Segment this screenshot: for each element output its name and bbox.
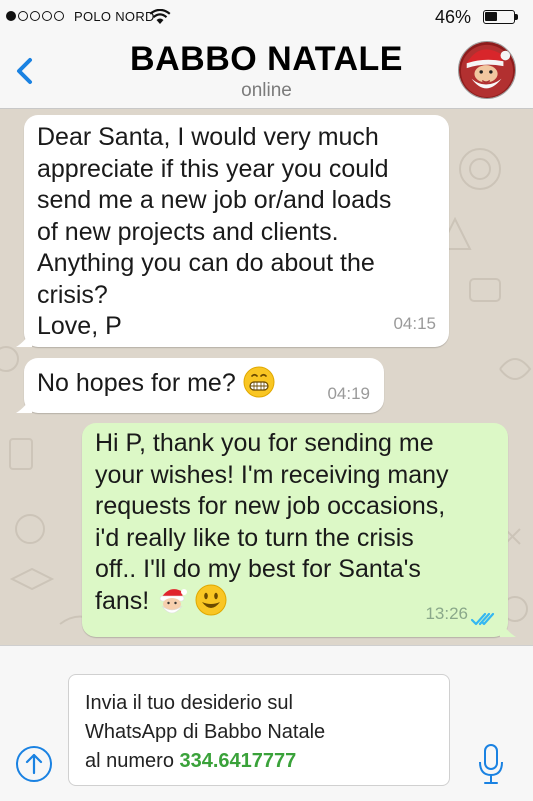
arrow-up-circle-icon <box>16 746 52 782</box>
message-bubble[interactable]: Dear Santa, I would very much appreciate… <box>16 115 449 347</box>
bubble-tail <box>16 395 32 413</box>
smiling-face-emoji <box>195 584 227 616</box>
wifi-icon <box>149 9 171 24</box>
status-bar: POLO NORD 46% <box>0 0 533 34</box>
mic-button[interactable] <box>476 742 506 786</box>
message-input[interactable]: Invia il tuo desiderio sul WhatsApp di B… <box>68 674 450 786</box>
battery-icon <box>483 10 518 24</box>
message-text: Hi P, thank you for sending me your wish… <box>95 429 449 615</box>
bubble-tail <box>500 619 516 637</box>
message-time: 04:19 <box>327 383 370 403</box>
input-line-3: al numero 334.6417777 <box>85 747 435 776</box>
avatar[interactable] <box>458 41 516 99</box>
double-check-icon <box>470 612 495 626</box>
signal-strength-icon <box>6 11 64 21</box>
battery-percent: 46% <box>435 7 472 27</box>
message-time: 13:26 <box>425 603 468 623</box>
message-bubble[interactable]: No hopes for me? 04:19 <box>16 358 384 413</box>
message-time: 04:15 <box>393 313 436 333</box>
input-line-3-prefix: al numero <box>85 750 180 772</box>
contact-name[interactable]: BABBO NATALE <box>0 40 533 79</box>
carrier-name: POLO NORD <box>74 9 155 24</box>
message-text: No hopes for me? <box>37 369 236 397</box>
input-line-2: WhatsApp di Babbo Natale <box>85 721 326 743</box>
chat-area[interactable]: Dear Santa, I would very much appreciate… <box>0 109 533 645</box>
contact-status: online <box>241 80 292 101</box>
bubble-tail <box>16 329 32 347</box>
input-bar: Invia il tuo desiderio sul WhatsApp di B… <box>0 645 533 801</box>
phone-number[interactable]: 334.6417777 <box>180 750 297 772</box>
input-line-1: Invia il tuo desiderio sul <box>85 692 293 714</box>
microphone-icon <box>479 744 503 784</box>
santa-emoji <box>159 588 188 614</box>
message-bubble[interactable]: Hi P, thank you for sending me your wish… <box>82 423 516 637</box>
grimacing-face-emoji <box>243 366 275 398</box>
message-text: Dear Santa, I would very much appreciate… <box>37 123 392 340</box>
chat-header: BABBO NATALE online <box>0 34 533 109</box>
attach-button[interactable] <box>14 744 54 784</box>
